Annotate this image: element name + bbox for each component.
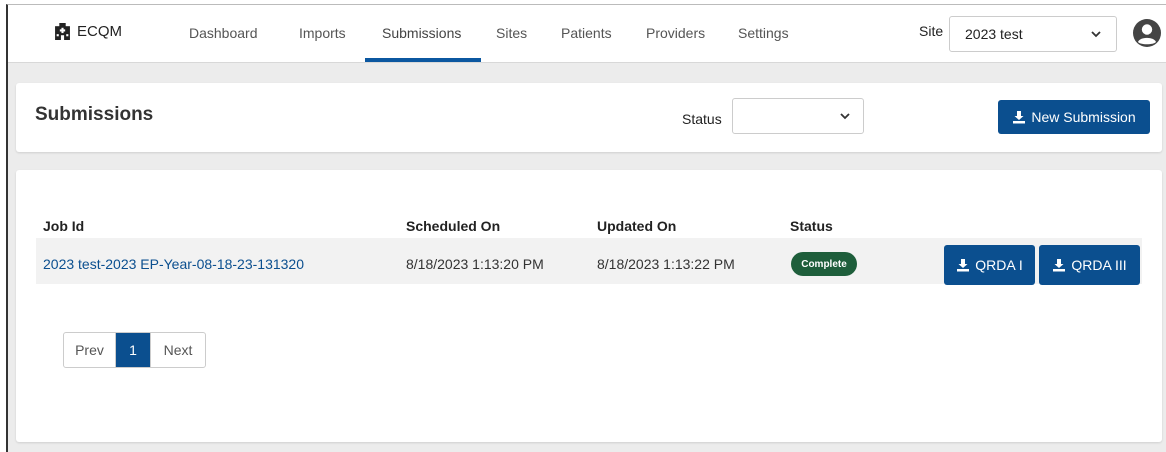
status-filter-label: Status [682, 111, 722, 127]
chevron-down-icon [840, 113, 850, 120]
site-label: Site [919, 23, 944, 39]
qrda-iii-button[interactable]: QRDA III [1039, 245, 1140, 285]
nav-dashboard[interactable]: Dashboard [189, 25, 258, 41]
pagination-next[interactable]: Next [150, 333, 205, 367]
nav-patients[interactable]: Patients [561, 25, 612, 41]
nav-sites[interactable]: Sites [496, 25, 527, 41]
download-icon [1053, 259, 1066, 272]
user-circle-icon[interactable] [1131, 17, 1163, 49]
chevron-down-icon [1091, 31, 1101, 38]
column-header-scheduled-on: Scheduled On [406, 218, 501, 234]
column-header-status: Status [790, 218, 833, 234]
page-title: Submissions [35, 104, 154, 125]
download-icon [1013, 111, 1026, 124]
column-header-job-id: Job Id [43, 218, 85, 234]
pagination-page-1[interactable]: 1 [116, 333, 150, 367]
qrda-i-button[interactable]: QRDA I [944, 245, 1035, 285]
top-navbar: ECQM Dashboard Imports Submissions Sites… [8, 5, 1166, 63]
job-id-link[interactable]: 2023 test-2023 EP-Year-08-18-23-131320 [43, 256, 304, 272]
scheduled-on-cell: 8/18/2023 1:13:20 PM [406, 256, 544, 272]
pagination-prev[interactable]: Prev [64, 333, 116, 367]
status-filter-select[interactable] [732, 98, 864, 134]
pagination: Prev 1 Next [63, 332, 206, 368]
updated-on-cell: 8/18/2023 1:13:22 PM [597, 256, 735, 272]
site-select-value: 2023 test [965, 26, 1023, 42]
hospital-icon [55, 23, 70, 40]
brand[interactable]: ECQM [54, 23, 122, 40]
download-icon [957, 259, 970, 272]
site-select[interactable]: 2023 test [949, 16, 1117, 52]
submissions-header-card: Submissions Status New Submission [16, 83, 1162, 152]
nav-settings[interactable]: Settings [738, 25, 789, 41]
qrda-iii-label: QRDA III [1071, 257, 1127, 273]
status-badge: Complete [791, 252, 857, 276]
nav-active-indicator [365, 58, 481, 62]
nav-providers[interactable]: Providers [646, 25, 705, 41]
app-window: ECQM Dashboard Imports Submissions Sites… [6, 4, 1166, 452]
new-submission-button[interactable]: New Submission [998, 100, 1150, 134]
new-submission-label: New Submission [1031, 109, 1136, 125]
submissions-table-card: Job Id Scheduled On Updated On Status 20… [16, 170, 1162, 442]
brand-name: ECQM [77, 23, 122, 40]
qrda-i-label: QRDA I [975, 257, 1023, 273]
column-header-updated-on: Updated On [597, 218, 677, 234]
nav-submissions[interactable]: Submissions [382, 25, 461, 41]
nav-imports[interactable]: Imports [299, 25, 346, 41]
